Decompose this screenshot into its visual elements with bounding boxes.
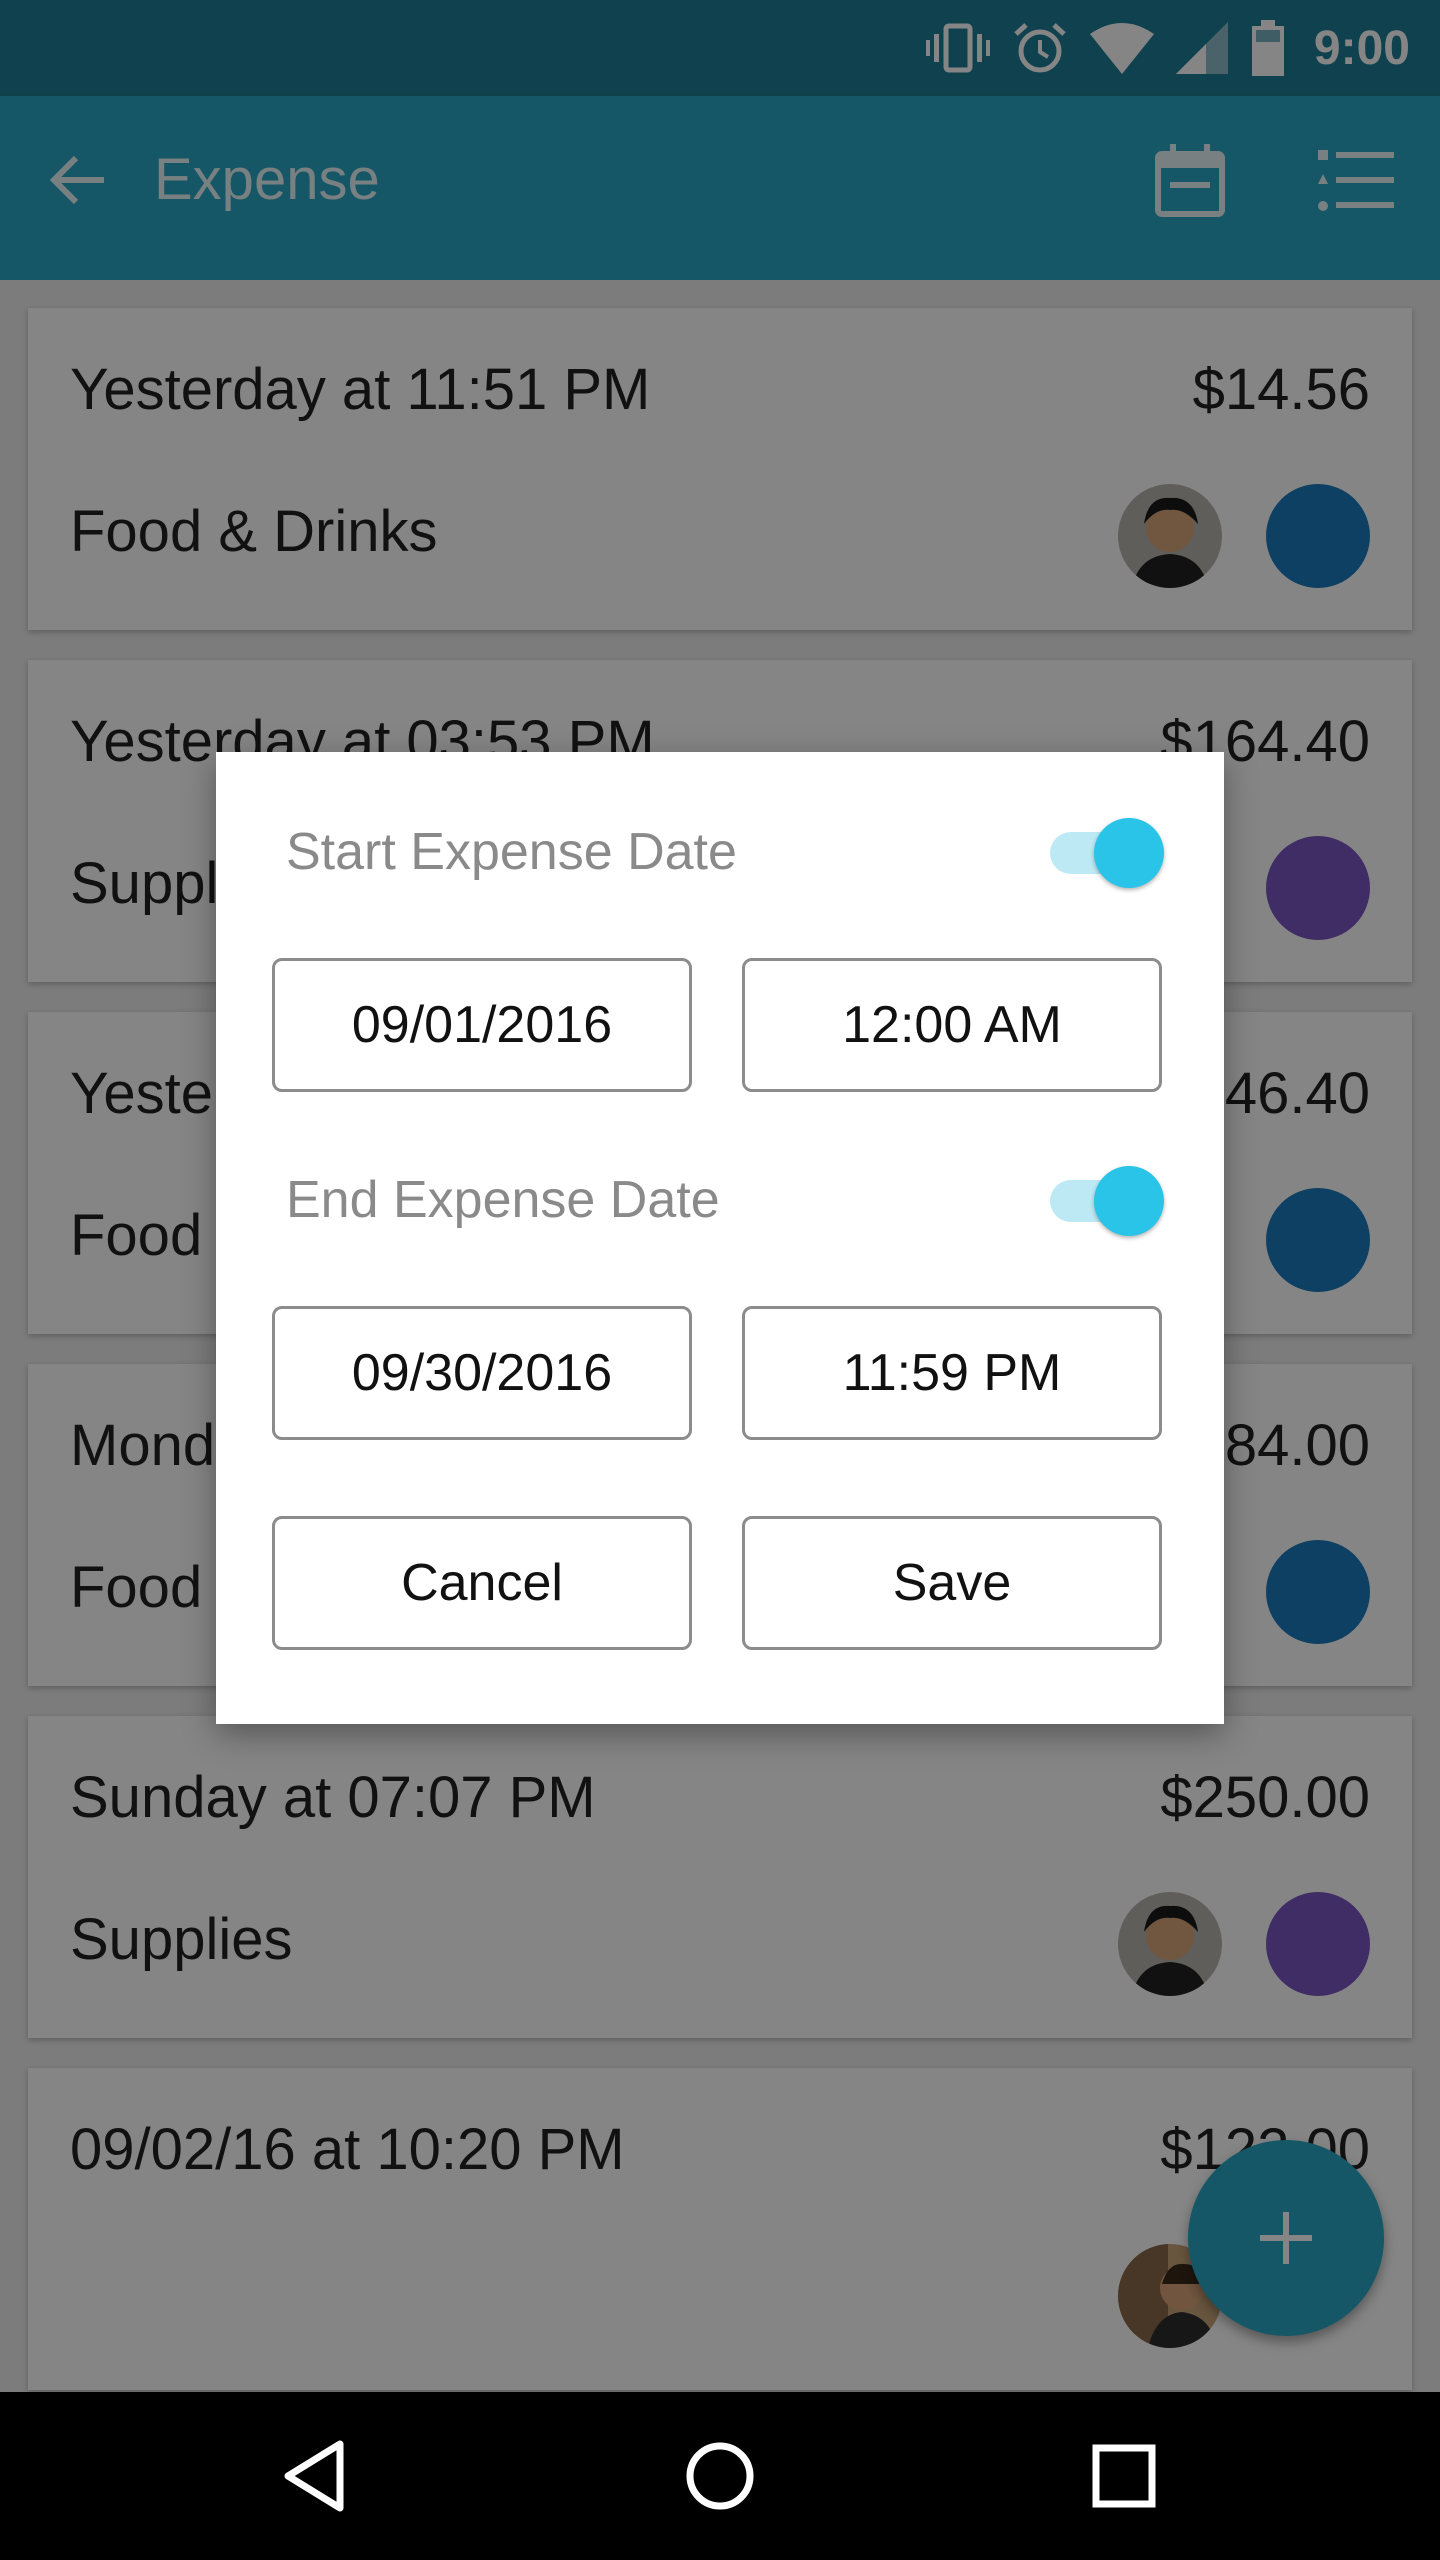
start-time-field[interactable]: 12:00 AM: [742, 958, 1162, 1092]
home-circle-icon[interactable]: [670, 2426, 770, 2526]
back-triangle-icon[interactable]: [266, 2426, 366, 2526]
save-button[interactable]: Save: [742, 1516, 1162, 1650]
end-date-toggle[interactable]: [1040, 1166, 1164, 1236]
start-date-toggle[interactable]: [1040, 818, 1164, 888]
cancel-button[interactable]: Cancel: [272, 1516, 692, 1650]
end-date-label: End Expense Date: [286, 1171, 720, 1229]
end-time-field[interactable]: 11:59 PM: [742, 1306, 1162, 1440]
switch-thumb: [1094, 818, 1164, 888]
system-nav-bar: [0, 2392, 1440, 2560]
recents-square-icon[interactable]: [1074, 2426, 1174, 2526]
date-range-dialog: Start Expense Date 09/01/2016 12:00 AM E…: [216, 752, 1224, 1724]
switch-thumb: [1094, 1166, 1164, 1236]
start-date-label: Start Expense Date: [286, 823, 737, 881]
end-date-field[interactable]: 09/30/2016: [272, 1306, 692, 1440]
start-date-field[interactable]: 09/01/2016: [272, 958, 692, 1092]
